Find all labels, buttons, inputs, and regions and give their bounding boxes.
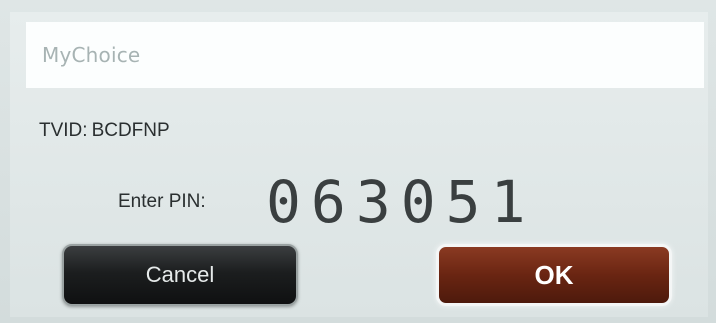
pin-row: Enter PIN: 063051 <box>118 166 536 238</box>
ok-button-label: OK <box>534 259 574 290</box>
cancel-button-label: Cancel <box>145 262 215 287</box>
pin-value: 063051 <box>266 168 536 236</box>
pin-label: Enter PIN: <box>118 191 206 212</box>
screen: MyChoice TVID: BCDFNP Enter PIN: 063051 … <box>0 0 716 323</box>
app-title: MyChoice <box>42 43 141 67</box>
title-bar: MyChoice <box>26 22 704 88</box>
tvid-label: TVID: <box>39 120 88 141</box>
cancel-button[interactable]: Cancel <box>62 244 298 306</box>
tvid-row: TVID: BCDFNP <box>39 120 170 142</box>
ok-button[interactable]: OK <box>436 244 672 306</box>
tvid-value: BCDFNP <box>91 120 170 141</box>
